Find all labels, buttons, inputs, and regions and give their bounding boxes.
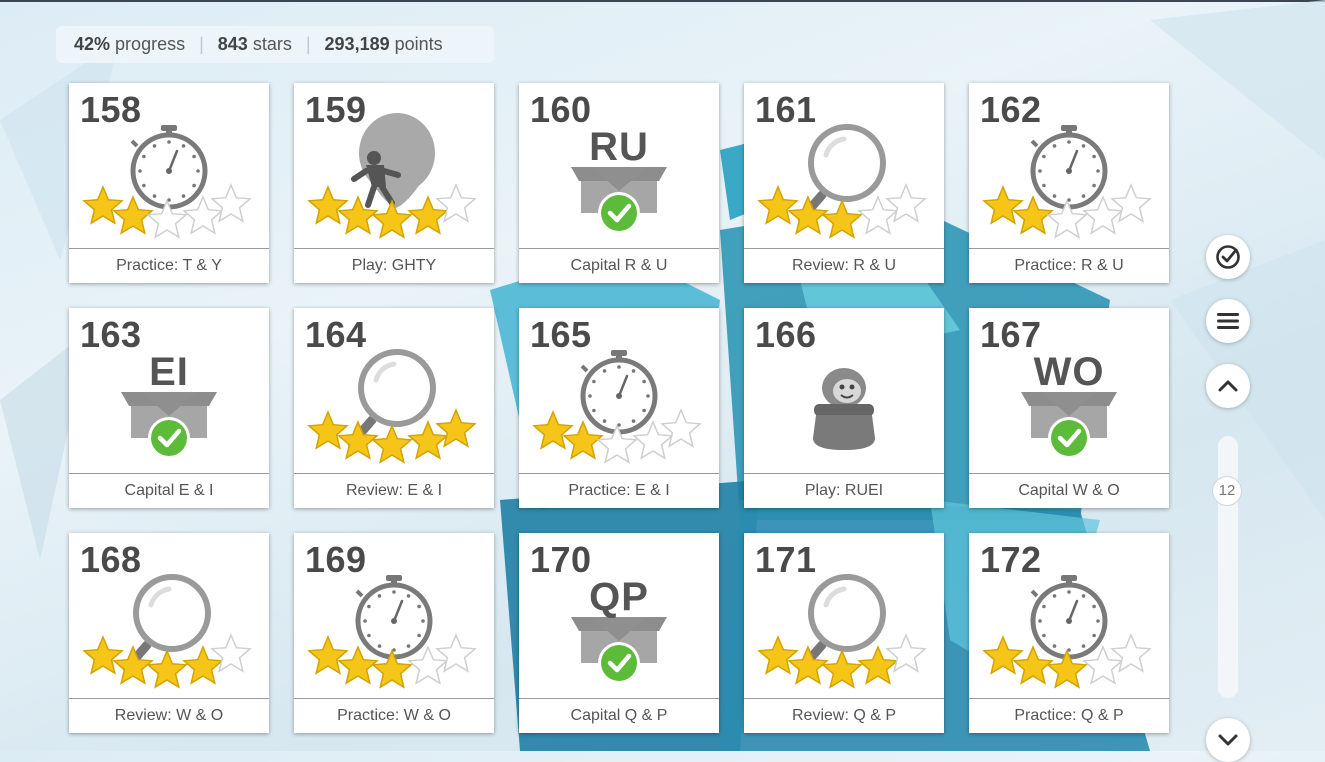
lesson-number: 161: [755, 89, 817, 130]
star-filled-icon: [757, 185, 799, 225]
points-label: points: [394, 34, 443, 54]
scroll-thumb[interactable]: 12: [1212, 476, 1242, 506]
lesson-label: Capital Q & P: [519, 698, 719, 733]
capital-letters: WO: [1033, 350, 1105, 394]
stopwatch-icon: [1030, 575, 1108, 660]
lesson-card-160[interactable]: 160 RU Capital R & U: [519, 83, 719, 283]
star-empty-icon: [210, 183, 252, 223]
stopwatch-icon: [1030, 125, 1108, 210]
check-circle-icon: [1216, 245, 1240, 269]
lesson-label: Practice: W & O: [294, 698, 494, 733]
box-check-icon: [1021, 392, 1117, 459]
lesson-label: Practice: Q & P: [969, 698, 1169, 733]
capital-letters: QP: [589, 575, 649, 619]
capital-letters: EI: [149, 350, 189, 394]
lesson-card-172[interactable]: 172 Practice: Q & P: [969, 533, 1169, 733]
star-filled-icon: [307, 185, 349, 225]
star-filled-icon: [821, 199, 863, 239]
star-empty-icon: [1110, 633, 1152, 673]
stats-bar: 42% progress | 843 stars | 293,189 point…: [56, 26, 494, 63]
lesson-number: 168: [80, 539, 142, 580]
star-filled-icon: [82, 185, 124, 225]
star-empty-icon: [885, 183, 927, 223]
star-filled-icon: [371, 424, 413, 464]
stopwatch-icon: [130, 125, 208, 210]
creature-jar-icon: [813, 368, 875, 450]
star-filled-icon: [82, 635, 124, 675]
lesson-number: 159: [305, 89, 367, 130]
lesson-label: Capital E & I: [69, 473, 269, 508]
lesson-card-164[interactable]: 164 Review: E & I: [294, 308, 494, 508]
chevron-up-icon: [1218, 380, 1238, 392]
chevron-down-icon: [1218, 734, 1238, 746]
check-button[interactable]: [1206, 235, 1250, 279]
star-filled-icon: [146, 649, 188, 689]
lesson-label: Play: RUEI: [744, 473, 944, 508]
scroll-down-button[interactable]: [1206, 718, 1250, 762]
lesson-card-167[interactable]: 167 WO Capital W & O: [969, 308, 1169, 508]
lesson-card-158[interactable]: 158 Practice: T & Y: [69, 83, 269, 283]
box-check-icon: [121, 392, 217, 459]
lesson-number: 158: [80, 89, 142, 130]
star-filled-icon: [757, 635, 799, 675]
lesson-number: 166: [755, 314, 817, 355]
lesson-card-159[interactable]: 159 Play: GHTY: [294, 83, 494, 283]
lesson-card-171[interactable]: 171 Review: Q & P: [744, 533, 944, 733]
stars-label: stars: [252, 34, 292, 54]
star-empty-icon: [435, 183, 477, 223]
lesson-card-168[interactable]: 168 Review: W & O: [69, 533, 269, 733]
stopwatch-icon: [355, 575, 433, 660]
divider: |: [305, 34, 311, 54]
lesson-card-169[interactable]: 169 Practice: W & O: [294, 533, 494, 733]
lesson-number: 172: [980, 539, 1042, 580]
lesson-label: Play: GHTY: [294, 248, 494, 283]
lesson-card-166[interactable]: 166 Play: RUEI: [744, 308, 944, 508]
lesson-label: Practice: R & U: [969, 248, 1169, 283]
points-value: 293,189: [324, 34, 390, 54]
lesson-label: Review: Q & P: [744, 698, 944, 733]
stars-value: 843: [217, 34, 248, 54]
star-filled-icon: [307, 635, 349, 675]
star-filled-icon: [532, 410, 574, 450]
lesson-number: 169: [305, 539, 367, 580]
star-empty-icon: [210, 633, 252, 673]
star-filled-icon: [982, 185, 1024, 225]
lesson-number: 165: [530, 314, 592, 355]
star-empty-icon: [885, 633, 927, 673]
lesson-number: 171: [755, 539, 817, 580]
menu-button[interactable]: [1206, 299, 1250, 343]
lesson-label: Capital W & O: [969, 473, 1169, 508]
star-filled-icon: [371, 199, 413, 239]
lesson-card-161[interactable]: 161 Review: R & U: [744, 83, 944, 283]
capital-letters: RU: [589, 125, 649, 169]
star-empty-icon: [660, 408, 702, 448]
scroll-up-button[interactable]: [1206, 364, 1250, 408]
progress-value: 42%: [74, 34, 111, 54]
box-check-icon: [571, 617, 667, 684]
star-empty-icon: [435, 633, 477, 673]
lesson-label: Capital R & U: [519, 248, 719, 283]
lesson-label: Practice: E & I: [519, 473, 719, 508]
lesson-card-163[interactable]: 163 EI Capital E & I: [69, 308, 269, 508]
lesson-card-162[interactable]: 162 Practice: R & U: [969, 83, 1169, 283]
star-filled-icon: [982, 635, 1024, 675]
star-filled-icon: [307, 410, 349, 450]
stopwatch-icon: [580, 350, 658, 435]
lesson-label: Review: E & I: [294, 473, 494, 508]
lesson-label: Review: R & U: [744, 248, 944, 283]
lesson-card-170[interactable]: 170 QP Capital Q & P: [519, 533, 719, 733]
star-empty-icon: [1110, 183, 1152, 223]
menu-icon: [1217, 313, 1239, 329]
star-filled-icon: [435, 408, 477, 448]
lesson-label: Review: W & O: [69, 698, 269, 733]
lesson-card-165[interactable]: 165 Practice: E & I: [519, 308, 719, 508]
divider: |: [199, 34, 204, 54]
star-filled-icon: [821, 649, 863, 689]
lesson-number: 162: [980, 89, 1042, 130]
progress-label: progress: [115, 34, 186, 54]
box-check-icon: [571, 167, 667, 234]
lesson-label: Practice: T & Y: [69, 248, 269, 283]
lesson-number: 164: [305, 314, 367, 355]
